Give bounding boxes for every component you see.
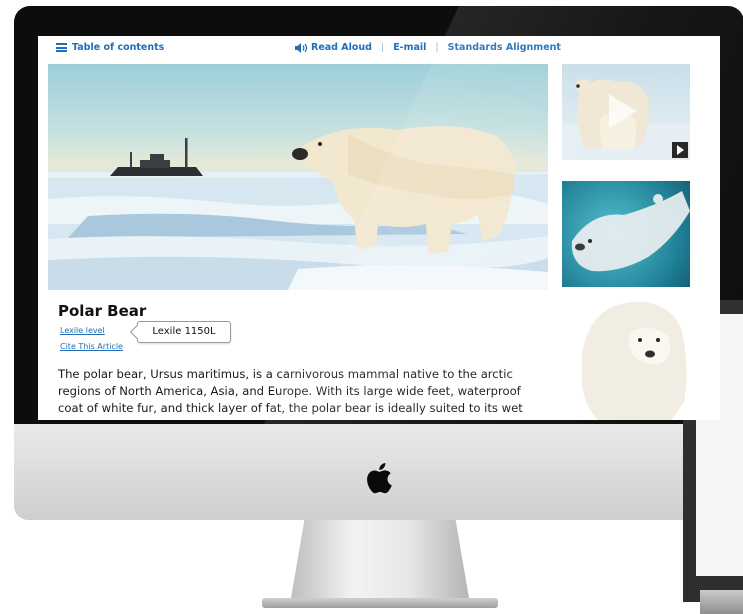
play-icon[interactable] [609,94,637,128]
image-thumbnail-standing-bear[interactable] [570,292,696,420]
article-body: The polar bear, Ursus maritimus, is a ca… [58,367,523,415]
imac-stand [290,520,470,604]
image-thumbnail-swimming-bear[interactable] [562,181,690,287]
email-link[interactable]: E-mail [393,42,426,53]
hamburger-icon [56,43,67,52]
apple-logo [367,463,392,494]
read-aloud-label: Read Aloud [311,42,372,53]
article-page: Table of contents Read Aloud | E-mail | … [38,36,720,420]
page-toolbar: Table of contents Read Aloud | E-mail | … [38,36,720,62]
table-of-contents-button[interactable]: Table of contents [56,42,164,53]
speaker-icon [295,42,308,53]
toolbar-separator: | [435,42,439,53]
ship-silhouette [110,138,203,176]
laptop-base [700,590,743,614]
imac-foot [262,598,498,608]
standards-alignment-link[interactable]: Standards Alignment [448,42,561,53]
read-aloud-button[interactable]: Read Aloud [295,42,372,53]
hero-image[interactable] [48,64,548,290]
cite-article-link[interactable]: Cite This Article [60,342,123,351]
lexile-level-link[interactable]: Lexile level [60,326,105,335]
video-thumbnail[interactable] [562,64,690,160]
article-tools: Read Aloud | E-mail | Standards Alignmen… [295,42,561,53]
article-title: Polar Bear [58,302,147,320]
lexile-tooltip: Lexile 1150L [137,321,231,343]
toolbar-separator: | [380,42,385,53]
play-button[interactable] [672,142,688,158]
table-of-contents-label: Table of contents [72,42,165,53]
